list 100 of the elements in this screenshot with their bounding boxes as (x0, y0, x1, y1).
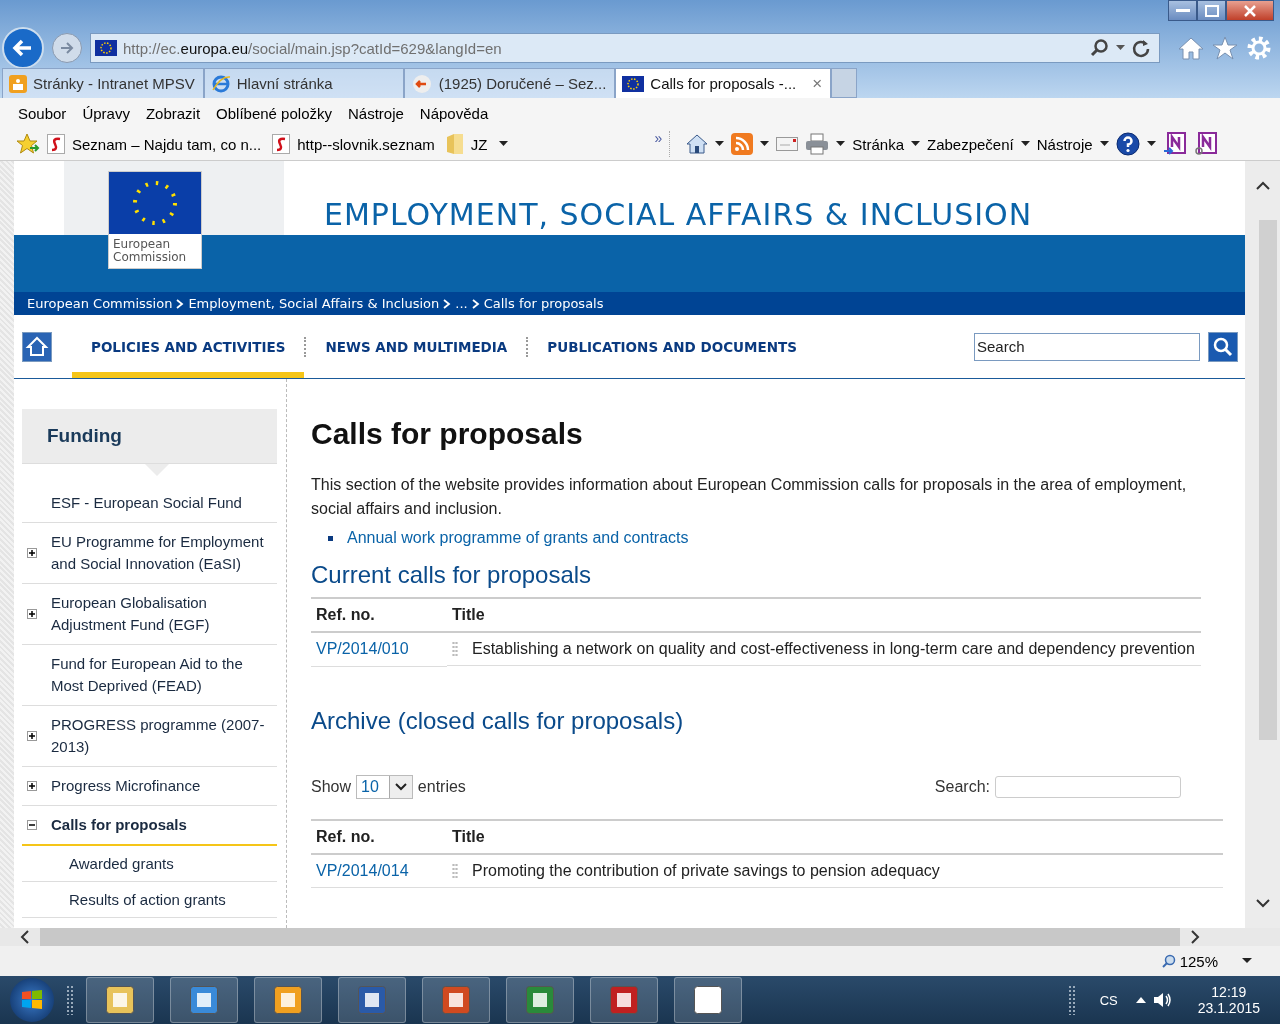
vertical-scrollbar[interactable] (1245, 161, 1280, 928)
taskbar-app-button[interactable] (674, 977, 742, 1023)
onenote-link-icon[interactable] (1193, 132, 1218, 156)
forward-arrow-icon[interactable] (59, 40, 75, 56)
caret-up-icon[interactable] (1135, 997, 1146, 1003)
collapse-icon[interactable] (27, 820, 37, 830)
menu-item[interactable]: Nástroje (348, 104, 404, 122)
expand-icon[interactable] (27, 548, 37, 558)
menu-item[interactable]: Zobrazit (145, 104, 201, 122)
taskbar-app-button[interactable] (254, 977, 322, 1023)
sidebar-item[interactable]: Calls for proposals (22, 806, 277, 846)
search-icon[interactable] (1090, 38, 1110, 58)
favorite-link[interactable]: Seznam – Najdu tam, co n... (72, 135, 262, 153)
breadcrumb-link[interactable]: Calls for proposals (483, 296, 604, 311)
breadcrumb-link[interactable]: European Commission (27, 296, 173, 311)
close-icon[interactable] (1243, 4, 1257, 17)
caret-icon[interactable] (498, 141, 508, 147)
star-icon[interactable] (1212, 36, 1238, 60)
chevron-down-icon[interactable] (394, 782, 407, 791)
breadcrumb-link[interactable]: Employment, Social Affairs & Inclusion (188, 296, 440, 311)
menu-item[interactable]: Soubor (18, 104, 67, 122)
taskbar-app-button[interactable] (170, 977, 238, 1023)
minimize-button[interactable] (1168, 0, 1197, 21)
url-text[interactable]: http://ec.europa.eu/social/main.jsp?catId=629&langId=en (123, 39, 502, 57)
sidebar-item[interactable]: PROGRESS programme (2007-2013) (22, 706, 277, 767)
browser-tab[interactable]: (1925) Doručené – Sez... (403, 68, 616, 98)
breadcrumb-link[interactable]: ... (455, 296, 468, 311)
sidebar-item[interactable]: ESF - European Social Fund (22, 484, 277, 523)
close-tab-button[interactable]: × (812, 73, 823, 94)
nav-tab[interactable]: NEWS AND MULTIMEDIA (306, 315, 527, 378)
zoom-level[interactable]: 125% (1179, 952, 1218, 970)
favorite-link[interactable]: JZ (470, 135, 488, 153)
chevron-down-icon[interactable] (1255, 898, 1270, 908)
favorites-star-icon[interactable] (16, 133, 40, 155)
envelope-icon[interactable] (776, 137, 799, 151)
caret-icon[interactable] (1020, 141, 1030, 147)
nav-tab[interactable]: POLICIES AND ACTIVITIES (72, 315, 305, 378)
table-search-field[interactable] (995, 775, 1181, 798)
caret-icon[interactable] (1242, 958, 1252, 964)
browser-tab[interactable]: Hlavní stránka (203, 68, 404, 98)
back-button[interactable] (2, 27, 44, 69)
start-button[interactable] (10, 978, 54, 1022)
expand-icon[interactable] (27, 781, 37, 791)
chevron-up-icon[interactable] (1255, 181, 1270, 191)
expand-icon[interactable] (27, 731, 37, 741)
menu-item[interactable]: Oblíbené položky (216, 104, 332, 122)
favorite-link[interactable]: http--slovnik.seznam (297, 135, 435, 153)
reference-link[interactable]: VP/2014/014 (316, 861, 409, 879)
browser-tab[interactable]: Stránky - Intranet MPSV (2, 68, 204, 98)
taskbar-app-button[interactable] (506, 977, 574, 1023)
zoom-icon[interactable] (1161, 954, 1176, 968)
caret-icon[interactable] (836, 141, 846, 147)
home-icon[interactable] (22, 331, 52, 362)
caret-icon[interactable] (715, 141, 725, 147)
caret-icon[interactable] (1099, 141, 1109, 147)
nav-tab[interactable]: PUBLICATIONS AND DOCUMENTS (528, 315, 816, 378)
command-menu[interactable]: Zabezpečení (927, 135, 1014, 153)
sidebar-item[interactable]: Fund for European Aid to the Most Deprived (FEAD) (22, 645, 277, 706)
browser-tab[interactable]: Calls for proposals -... × (615, 68, 832, 98)
command-menu[interactable]: Nástroje (1036, 135, 1093, 153)
command-menu[interactable]: Stránka (852, 135, 904, 153)
printer-icon[interactable] (805, 133, 830, 155)
taskbar-app-button[interactable] (338, 977, 406, 1023)
maximize-button[interactable] (1197, 0, 1226, 21)
clock-date[interactable]: 23.1.2015 (1197, 1000, 1260, 1016)
reference-link[interactable]: VP/2014/010 (316, 640, 409, 658)
onenote-send-icon[interactable] (1162, 132, 1187, 156)
chevron-left-icon[interactable] (20, 930, 30, 944)
help-icon[interactable] (1115, 132, 1140, 156)
sidebar-subitem[interactable]: Results of action grants (22, 882, 277, 918)
close-button[interactable] (1226, 0, 1274, 21)
european-commission-logo[interactable]: European Commission (108, 171, 202, 269)
caret-icon[interactable] (911, 141, 920, 147)
refresh-icon[interactable] (1131, 38, 1151, 58)
search-field[interactable]: Search (974, 332, 1200, 361)
taskbar-app-button[interactable] (422, 977, 490, 1023)
clock-time[interactable]: 12:19 (1211, 984, 1247, 1000)
rss-feed-icon[interactable] (731, 133, 754, 155)
home-icon[interactable] (686, 134, 709, 154)
taskbar-app-button[interactable] (86, 977, 154, 1023)
speaker-icon[interactable] (1151, 990, 1174, 1010)
language-indicator[interactable]: CS (1099, 992, 1118, 1008)
horizontal-scrollbar[interactable] (0, 928, 1280, 946)
more-favorites-button[interactable]: » (654, 130, 663, 146)
sidebar-subitem[interactable]: Awarded grants (22, 846, 277, 882)
sidebar-item[interactable]: European Globalisation Adjustment Fund (EGF) (22, 584, 277, 645)
expand-icon[interactable] (27, 609, 37, 619)
sidebar-item[interactable]: EU Programme for Employment and Social Innovation (EaSI) (22, 523, 277, 584)
forward-button[interactable] (52, 33, 82, 63)
caret-icon[interactable] (1116, 45, 1125, 51)
address-field[interactable]: http://ec.europa.eu/social/main.jsp?catId=629&langId=en (90, 33, 1160, 63)
menu-item[interactable]: Nápověda (419, 104, 489, 122)
sidebar-item[interactable]: Progress Microfinance (22, 767, 277, 806)
link[interactable]: Annual work programme of grants and contracts (347, 529, 689, 547)
entries-select[interactable]: 10 (356, 774, 413, 799)
menu-item[interactable]: Úpravy (82, 104, 130, 122)
taskbar-app-button[interactable] (590, 977, 658, 1023)
caret-icon[interactable] (1146, 141, 1156, 147)
chevron-right-icon[interactable] (1190, 930, 1200, 944)
caret-icon[interactable] (760, 141, 770, 147)
